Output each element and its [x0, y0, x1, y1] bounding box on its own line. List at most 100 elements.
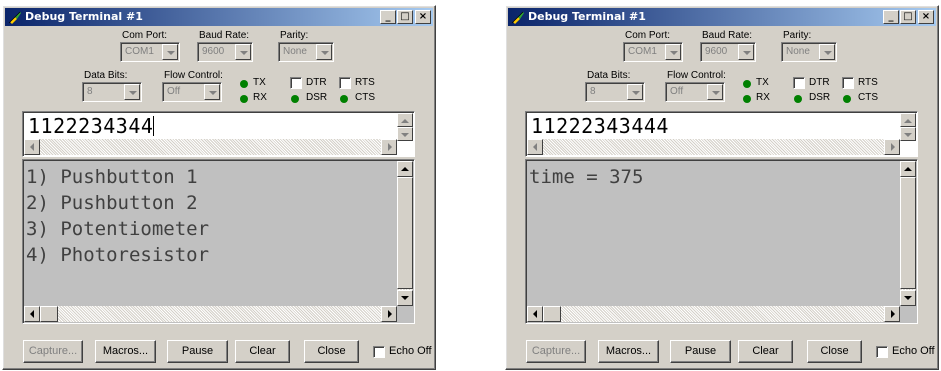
parity-select[interactable]: None — [278, 42, 334, 62]
close-button[interactable]: Close — [807, 340, 862, 363]
baud-rate-select[interactable]: 9600 — [700, 42, 756, 62]
scroll-left-icon[interactable] — [24, 139, 40, 155]
chevron-down-icon[interactable] — [162, 44, 178, 60]
scroll-up-icon[interactable] — [397, 161, 413, 177]
com-port-value: COM1 — [125, 46, 154, 57]
receive-pane[interactable]: time = 375 — [525, 159, 918, 324]
debug-terminal-window-2: Debug Terminal #1 _ □ × Com Port: COM1 B… — [505, 5, 939, 370]
echo-off-checkbox[interactable] — [373, 346, 385, 358]
scroll-right-icon[interactable] — [884, 139, 900, 155]
flow-control-label: Flow Control: — [164, 70, 223, 81]
capture-button[interactable]: Capture... — [23, 340, 83, 363]
receive-vertical-scrollbar[interactable] — [900, 161, 916, 306]
scroll-left-icon[interactable] — [24, 306, 40, 322]
pause-button[interactable]: Pause — [670, 340, 731, 363]
cts-label: CTS — [858, 92, 878, 103]
chevron-down-icon[interactable] — [316, 44, 332, 60]
scroll-up-icon[interactable] — [397, 113, 413, 127]
rx-led-icon — [240, 95, 248, 103]
receive-vertical-scrollbar[interactable] — [397, 161, 413, 306]
clear-button[interactable]: Clear — [235, 340, 290, 363]
close-button[interactable]: Close — [304, 340, 359, 363]
dsr-label: DSR — [809, 92, 831, 103]
close-icon[interactable]: × — [918, 10, 934, 24]
maximize-icon[interactable]: □ — [900, 10, 916, 24]
parity-label: Parity: — [280, 30, 309, 41]
chevron-down-icon[interactable] — [707, 84, 723, 100]
receive-horizontal-scrollbar[interactable] — [24, 306, 397, 322]
dtr-label: DTR — [809, 77, 830, 88]
scroll-thumb[interactable] — [397, 177, 413, 289]
pause-button[interactable]: Pause — [167, 340, 228, 363]
probe-icon — [511, 11, 524, 24]
com-port-select[interactable]: COM1 — [623, 42, 683, 62]
transmit-vertical-scrollbar[interactable] — [900, 113, 916, 141]
scroll-left-icon[interactable] — [527, 306, 543, 322]
scroll-down-icon[interactable] — [900, 127, 916, 141]
chevron-down-icon[interactable] — [235, 44, 251, 60]
title-bar[interactable]: Debug Terminal #1 _ □ × — [5, 8, 433, 26]
scroll-right-icon[interactable] — [884, 306, 900, 322]
scroll-right-icon[interactable] — [381, 306, 397, 322]
flow-control-select[interactable]: Off — [162, 82, 222, 102]
probe-icon — [8, 11, 21, 24]
scroll-up-icon[interactable] — [900, 113, 916, 127]
scroll-down-icon[interactable] — [397, 127, 413, 141]
chevron-down-icon[interactable] — [665, 44, 681, 60]
chevron-down-icon[interactable] — [627, 84, 643, 100]
scroll-thumb[interactable] — [543, 306, 561, 322]
flow-control-value: Off — [670, 86, 684, 97]
scroll-up-icon[interactable] — [900, 161, 916, 177]
dsr-led-icon — [291, 95, 299, 103]
chevron-down-icon[interactable] — [819, 44, 835, 60]
tx-led-icon — [743, 80, 751, 88]
receive-pane[interactable]: 1) Pushbutton 1 2) Pushbutton 2 3) Poten… — [22, 159, 415, 324]
transmit-horizontal-scrollbar[interactable] — [527, 139, 900, 155]
transmit-horizontal-scrollbar[interactable] — [24, 139, 397, 155]
com-port-select[interactable]: COM1 — [120, 42, 180, 62]
rts-checkbox[interactable] — [339, 77, 351, 89]
capture-button[interactable]: Capture... — [526, 340, 586, 363]
rx-led-icon — [743, 95, 751, 103]
rts-checkbox[interactable] — [842, 77, 854, 89]
chevron-down-icon[interactable] — [738, 44, 754, 60]
echo-off-checkbox[interactable] — [876, 346, 888, 358]
scroll-thumb[interactable] — [900, 177, 916, 289]
receive-line: 2) Pushbutton 2 — [26, 192, 198, 214]
scroll-down-icon[interactable] — [397, 290, 413, 306]
clear-button[interactable]: Clear — [738, 340, 793, 363]
flow-control-select[interactable]: Off — [665, 82, 725, 102]
close-icon[interactable]: × — [415, 10, 431, 24]
scroll-left-icon[interactable] — [527, 139, 543, 155]
parity-select[interactable]: None — [781, 42, 837, 62]
data-bits-select[interactable]: 8 — [585, 82, 645, 102]
macros-button[interactable]: Macros... — [95, 340, 156, 363]
scroll-right-icon[interactable] — [381, 139, 397, 155]
baud-rate-value: 9600 — [705, 46, 728, 57]
chevron-down-icon[interactable] — [204, 84, 220, 100]
title-bar[interactable]: Debug Terminal #1 _ □ × — [508, 8, 936, 26]
transmit-vertical-scrollbar[interactable] — [397, 113, 413, 141]
com-port-label: Com Port: — [625, 30, 671, 41]
tx-label: TX — [253, 77, 266, 88]
receive-horizontal-scrollbar[interactable] — [527, 306, 900, 322]
minimize-icon[interactable]: _ — [883, 10, 899, 24]
maximize-icon[interactable]: □ — [397, 10, 413, 24]
chevron-down-icon[interactable] — [124, 84, 140, 100]
transmit-pane[interactable]: 1122234344 — [22, 111, 415, 157]
parity-value: None — [283, 46, 307, 57]
rx-label: RX — [756, 92, 770, 103]
transmit-pane[interactable]: 11222343444 — [525, 111, 918, 157]
debug-terminal-window-1: Debug Terminal #1 _ □ × Com Port: COM1 B… — [2, 5, 436, 370]
data-bits-value: 8 — [590, 86, 596, 97]
minimize-icon[interactable]: _ — [380, 10, 396, 24]
scroll-down-icon[interactable] — [900, 290, 916, 306]
baud-rate-select[interactable]: 9600 — [197, 42, 253, 62]
dtr-checkbox[interactable] — [793, 77, 805, 89]
dtr-checkbox[interactable] — [290, 77, 302, 89]
transmit-text[interactable]: 1122234344 — [28, 114, 155, 138]
scroll-thumb[interactable] — [40, 306, 58, 322]
data-bits-select[interactable]: 8 — [82, 82, 142, 102]
transmit-text[interactable]: 11222343444 — [531, 114, 669, 138]
macros-button[interactable]: Macros... — [598, 340, 659, 363]
